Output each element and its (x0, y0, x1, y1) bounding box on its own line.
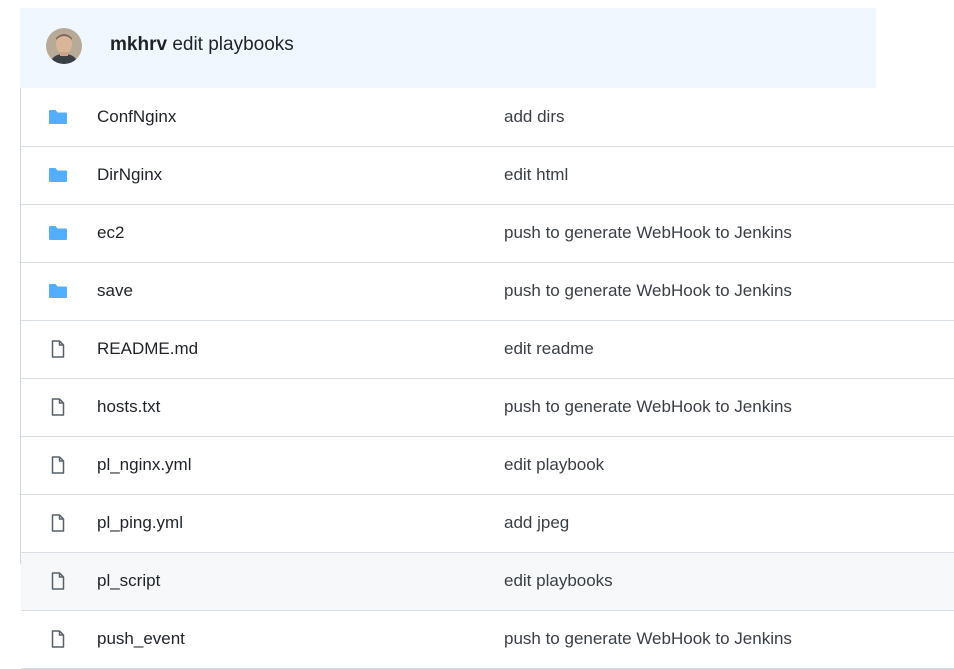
folder-name-link[interactable]: DirNginx (97, 147, 162, 202)
commit-summary: mkhrv edit playbooks (110, 8, 294, 88)
commit-message-link[interactable]: edit html (504, 147, 568, 202)
file-list: ConfNginx add dirs DirNginx edit html ec2 pus… (21, 89, 954, 669)
file-name-link[interactable]: pl_ping.yml (97, 495, 183, 550)
file-row[interactable]: save push to generate WebHook to Jenkins (21, 263, 954, 321)
commit-message-link[interactable]: push to generate WebHook to Jenkins (504, 205, 792, 260)
file-icon (48, 513, 68, 533)
folder-icon (48, 281, 68, 301)
folder-icon (48, 165, 68, 185)
file-row[interactable]: ec2 push to generate WebHook to Jenkins (21, 205, 954, 263)
commit-message-link[interactable]: add dirs (504, 89, 564, 144)
file-icon (48, 629, 68, 649)
file-icon (48, 397, 68, 417)
commit-author[interactable]: mkhrv (110, 34, 167, 55)
file-name-link[interactable]: push_event (97, 611, 185, 666)
file-row[interactable]: ConfNginx add dirs (21, 89, 954, 147)
commit-message-link[interactable]: push to generate WebHook to Jenkins (504, 263, 792, 318)
file-icon (48, 455, 68, 475)
file-row[interactable]: pl_ping.yml add jpeg (21, 495, 954, 553)
folder-name-link[interactable]: ec2 (97, 205, 124, 260)
commit-message-link[interactable]: edit playbooks (504, 553, 613, 608)
file-row[interactable]: DirNginx edit html (21, 147, 954, 205)
commit-message-link[interactable]: edit readme (504, 321, 594, 376)
file-name-link[interactable]: pl_nginx.yml (97, 437, 192, 492)
file-row[interactable]: push_event push to generate WebHook to Je… (21, 611, 954, 669)
file-row[interactable]: pl_nginx.yml edit playbook (21, 437, 954, 495)
file-name-link[interactable]: pl_script (97, 553, 160, 608)
commit-message-link[interactable]: push to generate WebHook to Jenkins (504, 611, 792, 666)
commit-message-link[interactable]: add jpeg (504, 495, 569, 550)
latest-commit-header: mkhrv edit playbooks (20, 8, 876, 88)
file-icon (48, 571, 68, 591)
folder-icon (48, 223, 68, 243)
folder-icon (48, 107, 68, 127)
folder-name-link[interactable]: ConfNginx (97, 89, 176, 144)
file-row[interactable]: hosts.txt push to generate WebHook to Jen… (21, 379, 954, 437)
file-icon (48, 339, 68, 359)
file-row[interactable]: README.md edit readme (21, 321, 954, 379)
commit-message-link[interactable]: push to generate WebHook to Jenkins (504, 379, 792, 434)
folder-name-link[interactable]: save (97, 263, 133, 318)
file-row[interactable]: pl_script edit playbooks (21, 553, 954, 611)
avatar[interactable] (46, 28, 82, 64)
commit-message[interactable]: edit playbooks (172, 34, 293, 55)
file-name-link[interactable]: README.md (97, 321, 198, 376)
file-name-link[interactable]: hosts.txt (97, 379, 160, 434)
commit-message-link[interactable]: edit playbook (504, 437, 604, 492)
